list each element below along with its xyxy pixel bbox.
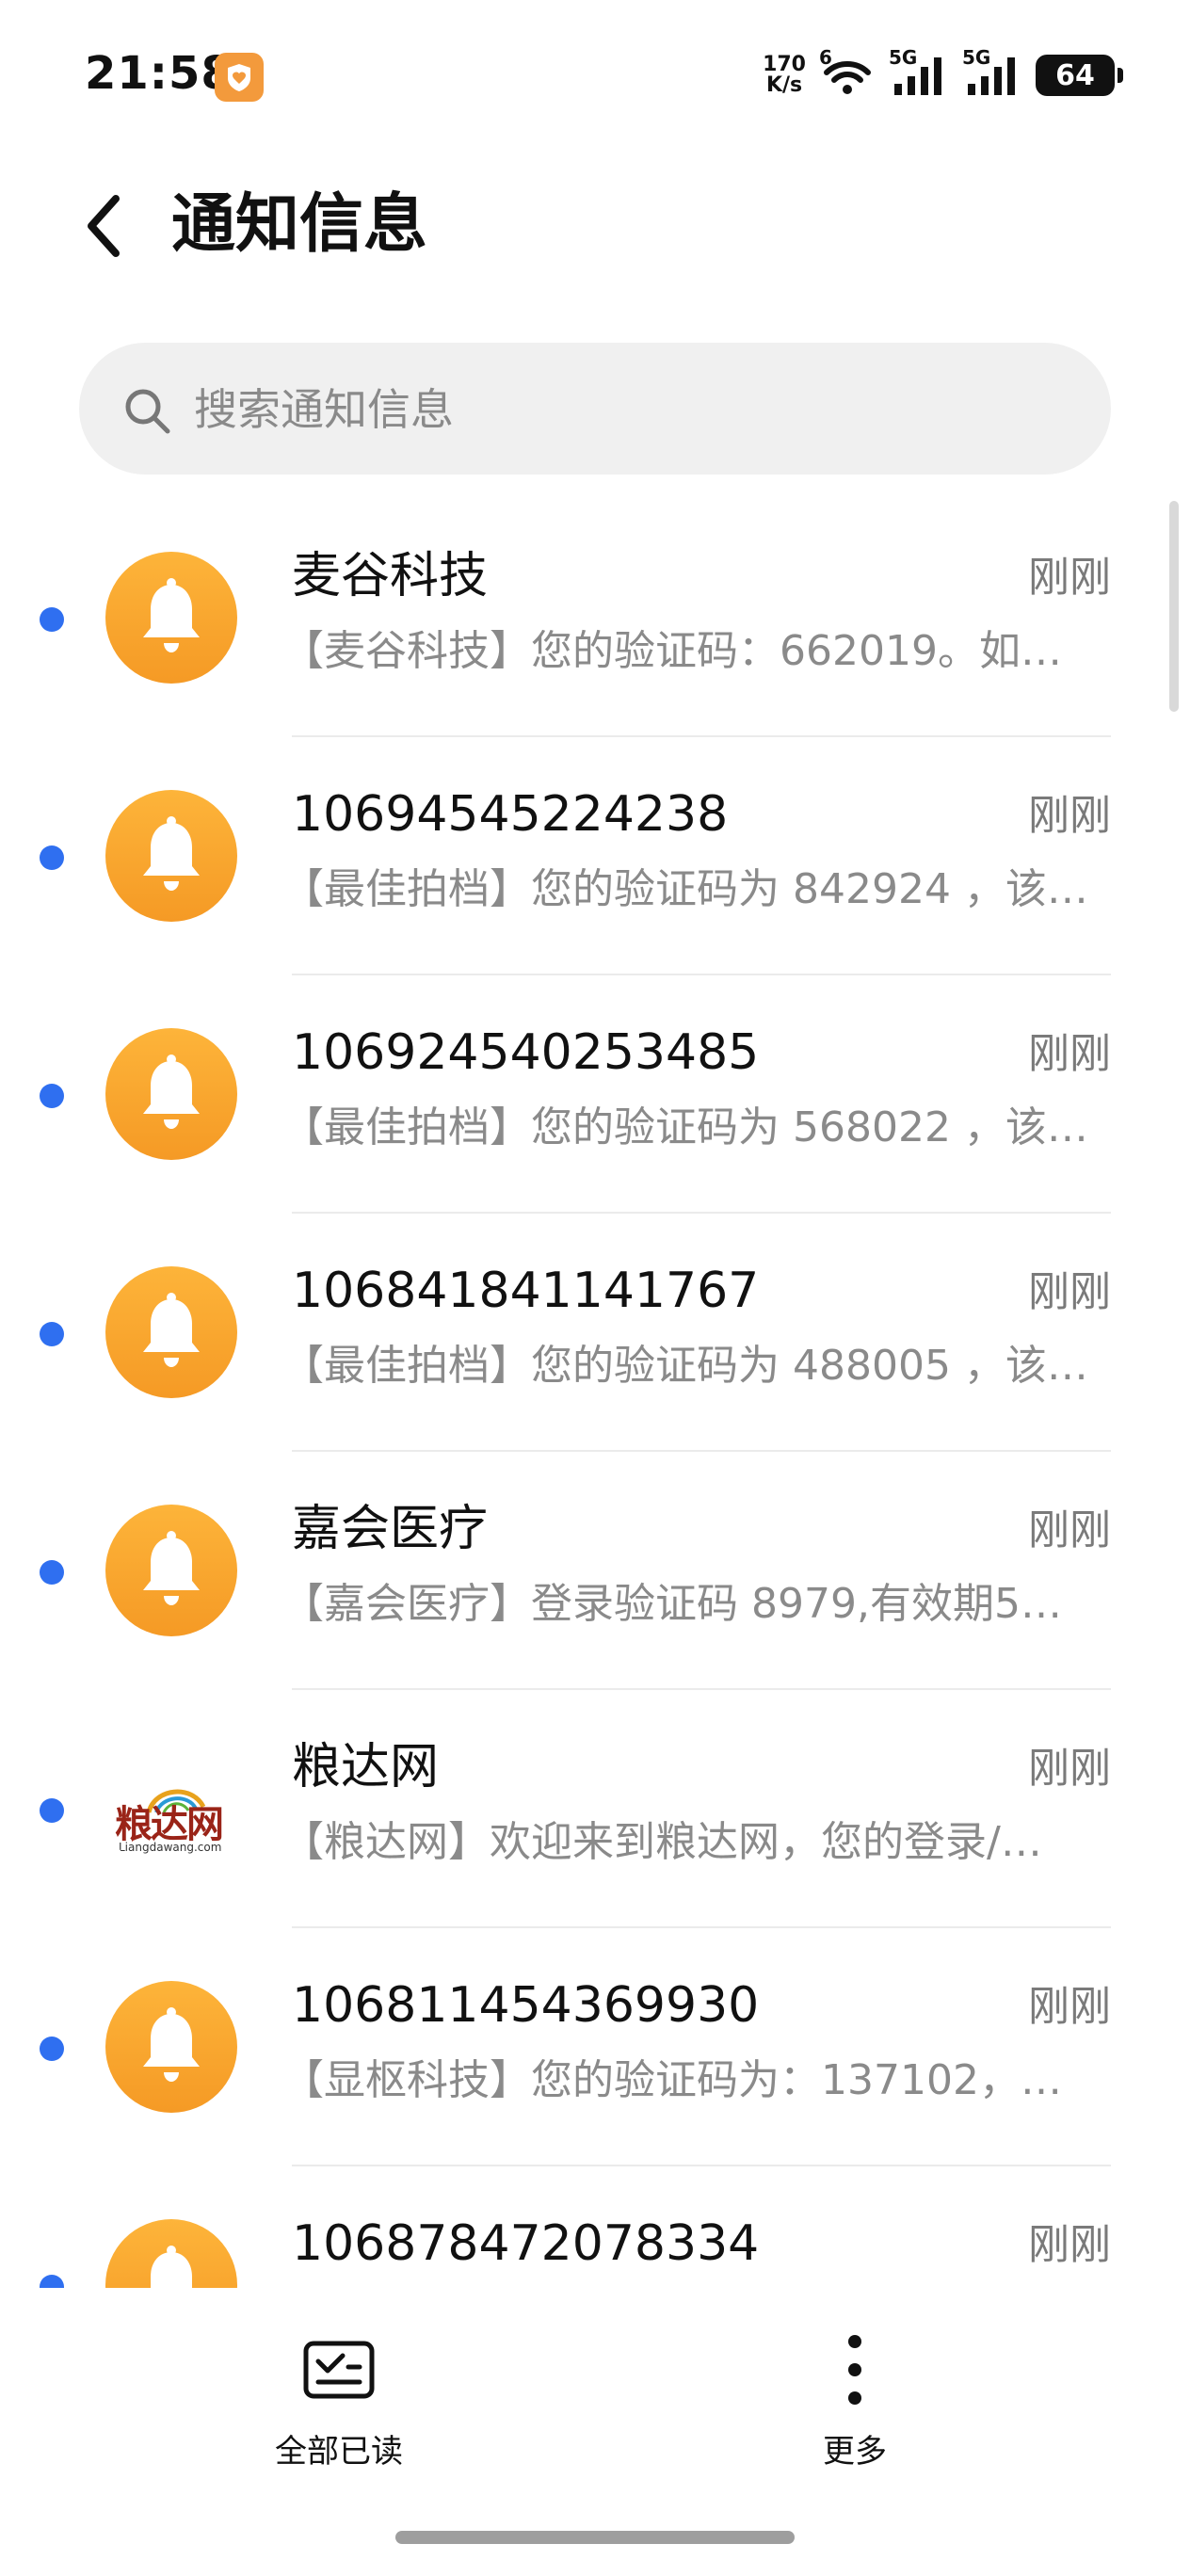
message-preview: 【嘉会医疗】登录验证码 8979,有效期5… xyxy=(282,1580,1062,1628)
message-preview: 【粮达网】欢迎来到粮达网，您的登录/… xyxy=(282,1818,1042,1866)
search-bar[interactable] xyxy=(79,343,1111,475)
search-icon xyxy=(125,389,170,434)
battery-icon: 64 xyxy=(1036,55,1123,96)
message-preview: 【最佳拍档】您的验证码为 568022 ，该… xyxy=(282,1103,1088,1151)
header: 通知信息 xyxy=(0,160,1190,282)
sender-name: 106811454369930 xyxy=(292,1977,760,2034)
bell-icon xyxy=(105,552,237,684)
net-speed-value: 170 xyxy=(763,53,806,76)
sender-name: 嘉会医疗 xyxy=(292,1501,489,1557)
bell-icon xyxy=(105,1028,237,1160)
battery-level: 64 xyxy=(1055,58,1095,92)
sender-name: 麦谷科技 xyxy=(292,548,489,604)
mark-read-icon xyxy=(297,2327,381,2412)
more-button[interactable]: 更多 xyxy=(742,2327,968,2516)
status-time: 21:58 xyxy=(85,47,233,100)
unread-dot xyxy=(40,1322,64,1346)
bell-icon xyxy=(105,1266,237,1398)
wifi-icon: 6 xyxy=(819,46,876,99)
sender-name: 10694545224238 xyxy=(292,786,729,843)
more-vertical-icon xyxy=(812,2327,897,2412)
message-time: 刚刚 xyxy=(1028,2221,1111,2269)
net-speed-unit: K/s xyxy=(765,73,803,97)
message-preview: 【显枢科技】您的验证码为：137102，… xyxy=(282,2056,1062,2104)
message-time: 刚刚 xyxy=(1028,554,1111,602)
message-time: 刚刚 xyxy=(1028,1745,1111,1793)
list-item[interactable]: 麦谷科技 刚刚 【麦谷科技】您的验证码：662019。如… xyxy=(0,499,1190,737)
message-preview: 【最佳拍档】您的验证码为 488005 ，该… xyxy=(282,1342,1088,1390)
list-item[interactable]: 嘉会医疗 刚刚 【嘉会医疗】登录验证码 8979,有效期5… xyxy=(0,1452,1190,1690)
unread-dot xyxy=(40,1084,64,1108)
unread-dot xyxy=(40,845,64,870)
cellular-signal-1-icon: 5G xyxy=(889,46,949,99)
back-button[interactable] xyxy=(66,188,141,264)
sender-name: 106841841141767 xyxy=(292,1263,760,1319)
bell-icon xyxy=(105,790,237,922)
page-title: 通知信息 xyxy=(171,187,428,262)
mark-all-read-button[interactable]: 全部已读 xyxy=(226,2327,452,2516)
list-item[interactable]: 10694545224238 刚刚 【最佳拍档】您的验证码为 842924 ，该… xyxy=(0,737,1190,975)
unread-dot xyxy=(40,607,64,632)
message-time: 刚刚 xyxy=(1028,1030,1111,1078)
bell-icon xyxy=(105,1981,237,2113)
message-preview: 【麦谷科技】您的验证码：662019。如… xyxy=(282,627,1062,675)
list-item[interactable]: 106841841141767 刚刚 【最佳拍档】您的验证码为 488005 ，… xyxy=(0,1214,1190,1452)
cellular-signal-2-icon: 5G xyxy=(962,46,1022,99)
list-item[interactable]: 粮达网 Liangdawang.com 粮达网 刚刚 【粮达网】欢迎来到粮达网，… xyxy=(0,1690,1190,1928)
mark-all-read-label: 全部已读 xyxy=(275,2433,403,2471)
message-time: 刚刚 xyxy=(1028,792,1111,840)
home-indicator[interactable] xyxy=(395,2531,795,2544)
battery-tip xyxy=(1118,68,1123,83)
list-item[interactable]: 106878472078334 刚刚 xyxy=(0,2166,1190,2288)
bell-icon xyxy=(105,2219,237,2288)
logo-subtext: Liangdawang.com xyxy=(119,1841,222,1854)
list-item[interactable]: 106924540253485 刚刚 【最佳拍档】您的验证码为 568022 ，… xyxy=(0,975,1190,1214)
unread-dot xyxy=(40,2037,64,2061)
status-bar: 21:58 170 K/s 6 5G 5G 64 xyxy=(0,0,1190,141)
bell-icon xyxy=(105,1505,237,1636)
heart-shield-app-icon xyxy=(215,53,264,102)
sender-name: 粮达网 xyxy=(292,1739,440,1795)
network-speed: 170 K/s xyxy=(763,55,806,96)
liangdawang-logo: 粮达网 Liangdawang.com xyxy=(105,1743,237,1875)
unread-dot xyxy=(40,1798,64,1823)
sender-name: 106878472078334 xyxy=(292,2215,760,2272)
sender-name: 106924540253485 xyxy=(292,1024,760,1081)
unread-dot xyxy=(40,1560,64,1585)
message-time: 刚刚 xyxy=(1028,1983,1111,2031)
message-time: 刚刚 xyxy=(1028,1268,1111,1316)
bottom-action-bar: 全部已读 更多 xyxy=(0,2290,1190,2576)
more-label: 更多 xyxy=(823,2433,887,2471)
message-time: 刚刚 xyxy=(1028,1506,1111,1554)
search-input[interactable] xyxy=(192,371,1081,448)
status-indicators: 170 K/s 6 5G 5G 64 xyxy=(763,46,1123,102)
list-item[interactable]: 106811454369930 刚刚 【显枢科技】您的验证码为：137102，… xyxy=(0,1928,1190,2166)
message-preview: 【最佳拍档】您的验证码为 842924 ，该… xyxy=(282,865,1088,913)
message-list: 麦谷科技 刚刚 【麦谷科技】您的验证码：662019。如… 1069454522… xyxy=(0,499,1190,2288)
chevron-left-icon xyxy=(88,195,120,257)
unread-dot xyxy=(40,2275,64,2288)
